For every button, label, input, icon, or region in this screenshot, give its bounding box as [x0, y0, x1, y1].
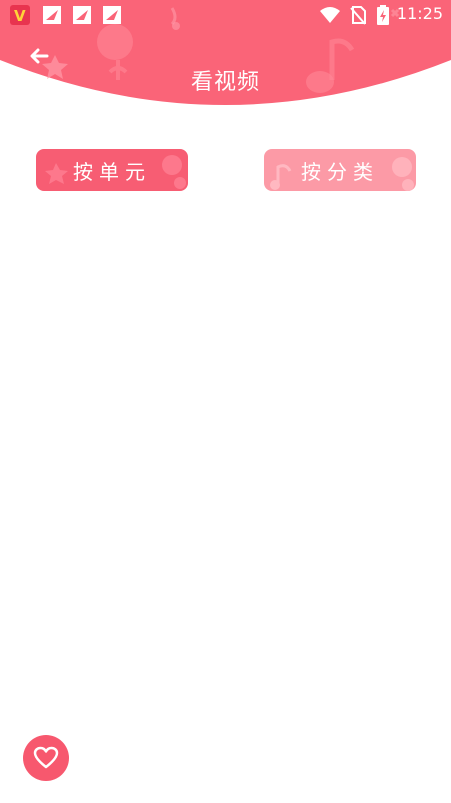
bird-app-icon: [102, 5, 122, 25]
status-bar: V 11:25: [0, 0, 451, 30]
wifi-icon: [318, 5, 342, 25]
tab-by-unit-label: 按单元: [73, 159, 151, 184]
vidmate-app-icon: V: [10, 5, 30, 25]
heart-icon: [33, 746, 59, 769]
page-title: 看视频: [190, 70, 260, 95]
status-time: 11:25: [396, 4, 443, 23]
tab-by-category[interactable]: 按分类: [264, 149, 416, 191]
header: V 11:25 看视频: [0, 0, 451, 120]
tab-by-category-label: 按分类: [301, 159, 379, 184]
favorites-button[interactable]: [23, 735, 69, 781]
tab-by-unit[interactable]: 按单元: [36, 149, 188, 191]
battery-charging-icon: [376, 5, 390, 25]
no-sim-icon: [350, 5, 366, 25]
svg-text:V: V: [14, 7, 26, 25]
back-arrow-icon: [30, 48, 49, 64]
bird-app-icon: [72, 5, 92, 25]
bird-app-icon: [42, 5, 62, 25]
